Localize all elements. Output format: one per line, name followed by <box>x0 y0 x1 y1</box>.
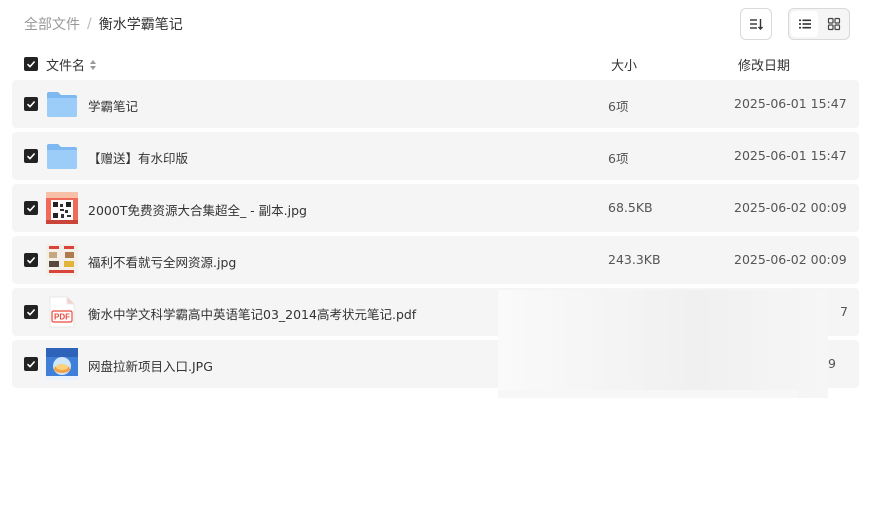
app-image-thumbnail <box>46 348 78 380</box>
list-view-button[interactable] <box>791 11 818 37</box>
file-row[interactable]: 福利不看就亏全网资源.jpg 243.3KB 2025-06-02 00:09 <box>12 236 859 284</box>
breadcrumb-separator: / <box>87 16 92 32</box>
grid-view-icon <box>827 17 840 31</box>
file-name: 福利不看就亏全网资源.jpg <box>88 255 237 270</box>
check-icon <box>26 360 36 368</box>
breadcrumb-root[interactable]: 全部文件 <box>24 14 80 34</box>
row-checkbox[interactable] <box>24 305 38 319</box>
size-column-header: 大小 <box>611 59 638 74</box>
breadcrumb-current: 衡水学霸笔记 <box>98 17 183 33</box>
check-icon <box>26 308 36 316</box>
row-checkbox[interactable] <box>24 97 38 111</box>
check-icon <box>26 60 36 68</box>
breadcrumb: 全部文件 / 衡水学霸笔记 <box>24 14 183 34</box>
file-date: 2025-06-02 00:09 <box>734 200 847 215</box>
file-size: 243.3KB <box>608 252 661 267</box>
file-date: 2025-06-01 15:47 <box>734 96 847 111</box>
file-date: 2025-06-01 15:47 <box>734 148 847 163</box>
loading-overlay <box>498 290 828 398</box>
sort-arrows-icon <box>90 59 97 70</box>
file-name: 网盘拉新项目入口.JPG <box>88 359 213 374</box>
loading-overlay-edge <box>498 390 798 398</box>
check-icon <box>26 152 36 160</box>
row-checkbox[interactable] <box>24 357 38 371</box>
folder-icon <box>47 144 77 169</box>
row-checkbox[interactable] <box>24 253 38 267</box>
file-size: 6项 <box>608 99 629 114</box>
file-date: 2025-06-02 00:09 <box>734 252 847 267</box>
grid-view-button[interactable] <box>820 11 847 37</box>
file-date: 9 <box>828 356 836 371</box>
row-checkbox[interactable] <box>24 201 38 215</box>
folder-icon <box>47 92 77 117</box>
date-column-header: 修改日期 <box>738 59 791 74</box>
file-size: 6项 <box>608 151 629 166</box>
file-name: 【赠送】有水印版 <box>88 151 189 166</box>
file-list-header: 文件名 大小 修改日期 <box>12 52 859 76</box>
poster-image-thumbnail <box>46 244 78 276</box>
check-icon <box>26 100 36 108</box>
file-row[interactable]: 学霸笔记 6项 2025-06-01 15:47 <box>12 80 859 128</box>
qr-image-thumbnail <box>46 192 78 224</box>
name-column-label: 文件名 <box>46 59 86 74</box>
check-icon <box>26 256 36 264</box>
row-checkbox[interactable] <box>24 149 38 163</box>
select-all-checkbox[interactable] <box>24 57 38 71</box>
name-column-header[interactable]: 文件名 <box>46 55 97 74</box>
file-size: 68.5KB <box>608 200 653 215</box>
file-name: 衡水中学文科学霸高中英语笔记03_2014高考状元笔记.pdf <box>88 307 417 322</box>
check-icon <box>26 204 36 212</box>
file-name: 2000T免费资源大合集超全_ - 副本.jpg <box>88 203 307 218</box>
sort-button[interactable] <box>740 8 772 40</box>
pdf-file-icon: PDF <box>49 296 75 328</box>
file-name: 学霸笔记 <box>88 99 139 114</box>
file-row[interactable]: 【赠送】有水印版 6项 2025-06-01 15:47 <box>12 132 859 180</box>
top-bar: 全部文件 / 衡水学霸笔记 <box>0 0 874 48</box>
file-row[interactable]: 2000T免费资源大合集超全_ - 副本.jpg 68.5KB 2025-06-… <box>12 184 859 232</box>
sort-icon <box>750 19 763 30</box>
pdf-label: PDF <box>54 313 70 322</box>
file-date: 7 <box>840 304 848 319</box>
list-view-icon <box>798 19 811 29</box>
view-toggle <box>788 8 850 40</box>
